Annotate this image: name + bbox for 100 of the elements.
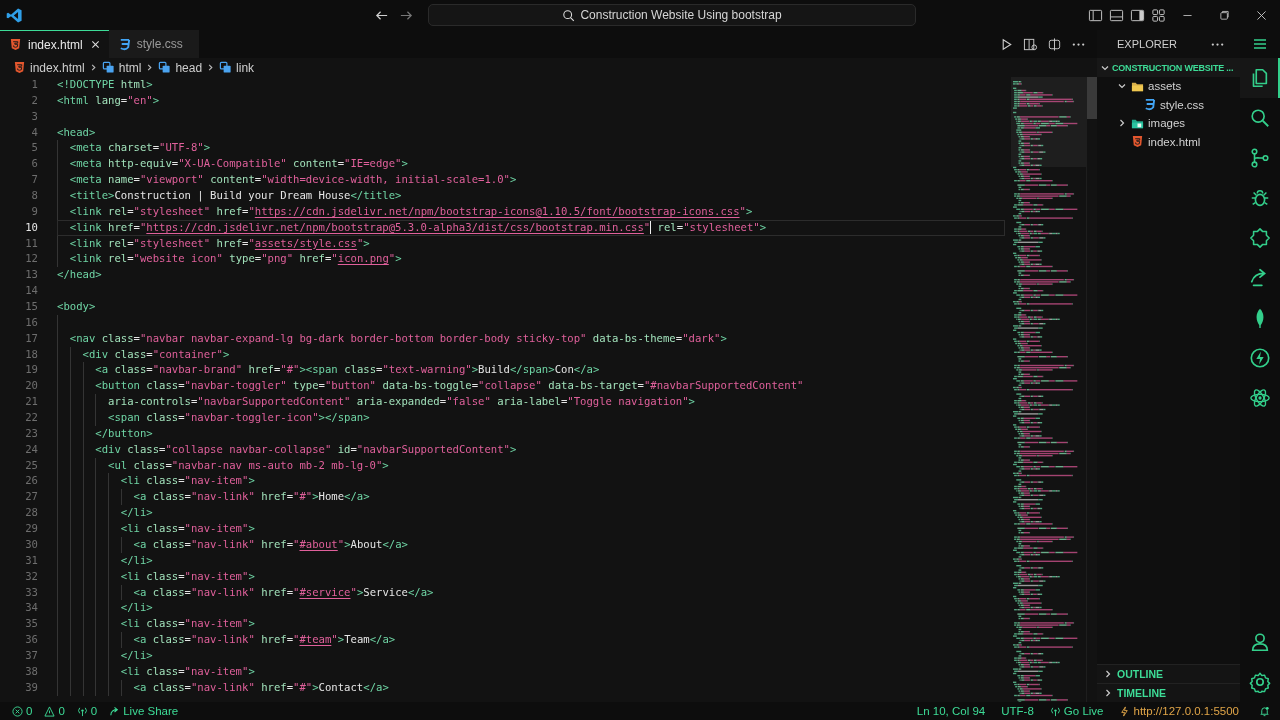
line-number: 32 <box>24 568 38 584</box>
line-number: 5 <box>30 140 38 156</box>
status-item[interactable]: Live Share <box>109 705 179 717</box>
line-number: 1 <box>30 77 38 92</box>
scrollbar-thumb[interactable] <box>1087 77 1097 119</box>
line-number: 10 <box>24 219 38 235</box>
line-number: 22 <box>24 410 38 426</box>
line-number: 17 <box>24 330 38 346</box>
code-line: </li> <box>119 648 153 661</box>
status-item[interactable]: Ln 10, Col 94 <box>916 705 986 717</box>
element-icon <box>158 61 172 74</box>
line-number: 26 <box>24 473 38 489</box>
line-number: 11 <box>24 235 38 251</box>
project-header[interactable]: CONSTRUCTION WEBSITE ... <box>1097 58 1240 77</box>
chevron-icon <box>206 63 216 72</box>
cog-icon <box>1249 227 1271 249</box>
code-line: <!DOCTYPE html> <box>57 78 153 90</box>
code-line: <li class="nav-item"> <box>119 522 255 535</box>
minimap-drawing[interactable] <box>1011 77 1086 702</box>
line-number: 27 <box>24 489 38 505</box>
breadcrumb-item[interactable]: head <box>158 60 203 75</box>
code-line: <body> <box>57 300 96 313</box>
element-icon <box>101 61 115 74</box>
code-line: <meta name="viewport" content="width=device-width, initial-scale=1.0"> <box>68 173 517 186</box>
bug-icon <box>1249 187 1271 209</box>
breadcrumb-item[interactable]: index.html <box>13 60 85 75</box>
html-file-icon <box>13 61 26 74</box>
status-item[interactable]: http://127.0.0.1:5500 <box>1119 705 1239 717</box>
line-number: 24 <box>24 441 38 457</box>
line-number: 30 <box>24 536 38 552</box>
line-number: 15 <box>24 299 38 315</box>
code-line: <nav class="navbar navbar-expand-lg bg-dark border-bottom border-body sticky-top" data-bs-theme="dark"> <box>68 331 727 344</box>
line-number: 20 <box>24 378 38 394</box>
code-line: </li> <box>119 553 153 566</box>
line-number: 29 <box>24 521 38 537</box>
line-number: 36 <box>24 632 38 648</box>
section-header[interactable]: OUTLINE <box>1097 664 1240 683</box>
code-line: <a class="nav-link" href="#about">About</a> <box>132 537 408 550</box>
line-number: 9 <box>30 203 38 219</box>
search-icon <box>1249 107 1271 129</box>
tree-item[interactable]: style.css <box>1097 95 1240 114</box>
line-number: 37 <box>24 647 38 663</box>
line-number: 35 <box>24 616 38 632</box>
html-file-icon <box>9 38 22 51</box>
code-line: <span class="navbar-toggler-icon"></span> <box>107 411 370 424</box>
code-line: <li class="nav-item"> <box>119 569 255 582</box>
line-number: 38 <box>24 663 38 679</box>
line-number: 19 <box>24 362 38 378</box>
code-line: <ul class="navbar-nav ms-auto mb-2 mb-lg-0"> <box>107 458 389 471</box>
code-line: <link rel="stylesheet" href="assets/style.css"> <box>68 236 370 249</box>
live-share-icon <box>109 705 121 717</box>
line-number: 12 <box>24 251 38 267</box>
status-item[interactable]: 0 <box>76 705 98 717</box>
code-line: <link href="https://cdn.jsdelivr.net/npm/bootstrap@5.3.0-alpha3/dist/css/bootstrap.min.css" rel="stylesheet"> <box>68 220 767 233</box>
bell-icon[interactable] <box>1259 705 1270 717</box>
tree-item[interactable]: assets <box>1097 77 1240 96</box>
breadcrumb-item[interactable]: link <box>219 60 255 75</box>
chevron-icon <box>145 63 155 72</box>
code-line: <a class="navbar-brand" href="#"><span class="text-warning">Build</span>Con</a> <box>94 363 600 376</box>
source-control-icon <box>1249 147 1271 169</box>
status-item[interactable]: UTF-8 <box>1001 705 1034 717</box>
sidebar-title: EXPLORER <box>1117 38 1177 50</box>
lightning-icon <box>1119 705 1131 717</box>
status-item[interactable]: 0 <box>44 705 65 717</box>
line-number: 25 <box>24 457 38 473</box>
status-item[interactable]: 0 <box>12 705 33 717</box>
tree-item[interactable]: images <box>1097 114 1240 133</box>
line-number: 3 <box>30 108 38 124</box>
line-number: 33 <box>24 584 38 600</box>
code-line: <meta http-equiv="X-UA-Compatible" content="IE=edge"> <box>68 157 408 170</box>
line-number: 31 <box>24 552 38 568</box>
breadcrumb-item[interactable]: html <box>101 60 142 75</box>
menu-icon[interactable] <box>1252 36 1268 52</box>
command-center-field[interactable]: Construction Website Using bootstrap <box>428 4 916 26</box>
code-line: </li> <box>119 601 153 614</box>
code-line: <li class="nav-item"> <box>119 664 255 677</box>
close-icon[interactable] <box>90 40 100 49</box>
app-logo-icon[interactable] <box>6 6 23 24</box>
code-line: <head> <box>57 125 96 138</box>
settings-icon[interactable] <box>1249 671 1271 693</box>
editor-tab[interactable]: style.css <box>108 30 199 58</box>
line-number: 28 <box>24 505 38 521</box>
split-editor-icon[interactable] <box>1046 35 1063 53</box>
html-file-icon <box>1131 135 1144 149</box>
editor-tab[interactable]: index.html <box>0 30 109 58</box>
account-icon[interactable] <box>1249 631 1271 653</box>
line-number: 34 <box>24 600 38 616</box>
code-line: </button> <box>94 426 153 439</box>
code-line: <button class="navbar-toggler" type="button" data-bs-toggle="collapse" data-bs-target="#navbarSupportedContent" <box>94 379 804 392</box>
line-number: 6 <box>30 156 38 172</box>
line-number: 2 <box>30 92 38 108</box>
search-icon <box>562 8 576 22</box>
code-line: <a class="nav-link" href="#">Contact</a> <box>132 680 389 693</box>
section-header[interactable]: TIMELINE <box>1097 683 1240 702</box>
code-line: <link rel="website icon" type="png" href="icon.png"> <box>68 252 402 265</box>
chevron-icon <box>1117 118 1127 129</box>
activity-button[interactable] <box>1240 58 1280 98</box>
tree-item[interactable]: index.html <box>1097 132 1240 151</box>
status-item[interactable]: Go Live <box>1049 705 1104 717</box>
code-line: <div class="container"> <box>81 347 230 360</box>
